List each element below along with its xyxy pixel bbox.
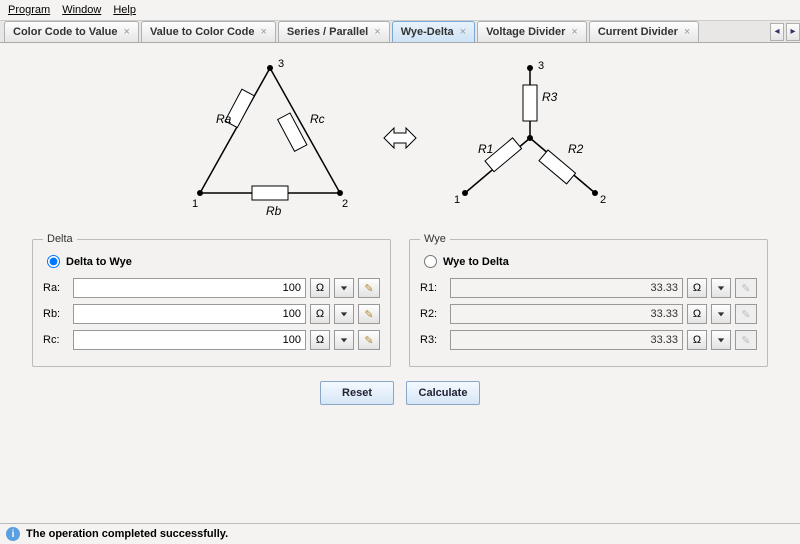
r3-unit[interactable]: Ω — [687, 330, 707, 350]
label-r3: R3 — [542, 90, 558, 104]
content-area: Ra Rc Rb 3 1 2 R3 R1 R2 — [0, 43, 800, 405]
rb-label: Rb: — [43, 308, 69, 320]
node-2: 2 — [342, 198, 348, 210]
status-text: The operation completed successfully. — [26, 528, 228, 540]
tab-voltage-divider[interactable]: Voltage Divider × — [477, 21, 587, 42]
action-buttons: Reset Calculate — [20, 381, 780, 405]
label-rc: Rc — [310, 112, 325, 126]
tab-label: Series / Parallel — [287, 26, 368, 38]
r3-label: R3: — [420, 334, 446, 346]
node-2: 2 — [600, 194, 606, 206]
close-icon[interactable]: × — [374, 26, 380, 38]
rc-unit[interactable]: Ω — [310, 330, 330, 350]
tab-label: Value to Color Code — [150, 26, 255, 38]
radio-label: Wye to Delta — [443, 256, 509, 268]
menu-program[interactable]: Program — [8, 4, 50, 16]
menu-window[interactable]: Window — [62, 4, 101, 16]
r1-unit-dropdown[interactable] — [711, 278, 731, 298]
node-1: 1 — [192, 198, 198, 210]
r2-output — [450, 304, 683, 324]
delta-panel: Delta Delta to Wye Ra: Ω ✎ Rb: Ω ✎ Rc: — [32, 233, 391, 367]
r2-unit[interactable]: Ω — [687, 304, 707, 324]
r3-clear-button: ✎ — [735, 330, 757, 350]
rc-clear-button[interactable]: ✎ — [358, 330, 380, 350]
info-icon: i — [6, 527, 20, 541]
rc-label: Rc: — [43, 334, 69, 346]
delta-legend: Delta — [43, 233, 77, 245]
calculate-button[interactable]: Calculate — [406, 381, 480, 405]
r1-output — [450, 278, 683, 298]
radio-label: Delta to Wye — [66, 256, 132, 268]
tab-nav: ◂ ▸ — [768, 21, 800, 42]
status-bar: i The operation completed successfully. — [0, 523, 800, 544]
rb-input[interactable] — [73, 304, 306, 324]
node-3: 3 — [538, 60, 544, 72]
rc-unit-dropdown[interactable] — [334, 330, 354, 350]
ra-clear-button[interactable]: ✎ — [358, 278, 380, 298]
label-ra: Ra — [216, 112, 232, 126]
close-icon[interactable]: × — [124, 26, 130, 38]
tab-bar: Color Code to Value × Value to Color Cod… — [0, 21, 800, 43]
close-icon[interactable]: × — [260, 26, 266, 38]
wye-panel: Wye Wye to Delta R1: Ω ✎ R2: Ω ✎ R3: — [409, 233, 768, 367]
tab-label: Color Code to Value — [13, 26, 118, 38]
close-icon[interactable]: × — [684, 26, 690, 38]
rb-row: Rb: Ω ✎ — [43, 304, 380, 324]
menu-bar: Program Window Help — [0, 0, 800, 21]
r1-row: R1: Ω ✎ — [420, 278, 757, 298]
diagram-row: Ra Rc Rb 3 1 2 R3 R1 R2 — [20, 53, 780, 223]
rb-unit-dropdown[interactable] — [334, 304, 354, 324]
ra-row: Ra: Ω ✎ — [43, 278, 380, 298]
rc-row: Rc: Ω ✎ — [43, 330, 380, 350]
ra-unit-dropdown[interactable] — [334, 278, 354, 298]
ra-label: Ra: — [43, 282, 69, 294]
rc-input[interactable] — [73, 330, 306, 350]
ra-unit[interactable]: Ω — [310, 278, 330, 298]
ra-input[interactable] — [73, 278, 306, 298]
rb-clear-button[interactable]: ✎ — [358, 304, 380, 324]
menu-help[interactable]: Help — [113, 4, 136, 16]
r2-label: R2: — [420, 308, 446, 320]
node-1: 1 — [454, 194, 460, 206]
tab-wye-delta[interactable]: Wye-Delta × — [392, 21, 475, 42]
tab-scroll-left[interactable]: ◂ — [770, 23, 784, 41]
r1-clear-button: ✎ — [735, 278, 757, 298]
r3-unit-dropdown[interactable] — [711, 330, 731, 350]
label-rb: Rb — [266, 204, 282, 218]
node-3: 3 — [278, 58, 284, 70]
tab-value-to-color-code[interactable]: Value to Color Code × — [141, 21, 276, 42]
tab-current-divider[interactable]: Current Divider × — [589, 21, 700, 42]
r3-row: R3: Ω ✎ — [420, 330, 757, 350]
delta-diagram: Ra Rc Rb 3 1 2 — [170, 53, 370, 223]
label-r2: R2 — [568, 142, 584, 156]
wye-to-delta-radio-row[interactable]: Wye to Delta — [424, 255, 757, 268]
r2-clear-button: ✎ — [735, 304, 757, 324]
tab-label: Current Divider — [598, 26, 678, 38]
r3-output — [450, 330, 683, 350]
wye-to-delta-radio[interactable] — [424, 255, 437, 268]
tab-series-parallel[interactable]: Series / Parallel × — [278, 21, 390, 42]
r2-row: R2: Ω ✎ — [420, 304, 757, 324]
tab-scroll-right[interactable]: ▸ — [786, 23, 800, 41]
label-r1: R1 — [478, 142, 493, 156]
tab-label: Voltage Divider — [486, 26, 565, 38]
close-icon[interactable]: × — [571, 26, 577, 38]
r1-label: R1: — [420, 282, 446, 294]
close-icon[interactable]: × — [460, 26, 466, 38]
tab-label: Wye-Delta — [401, 26, 454, 38]
rb-unit[interactable]: Ω — [310, 304, 330, 324]
delta-to-wye-radio[interactable] — [47, 255, 60, 268]
r2-unit-dropdown[interactable] — [711, 304, 731, 324]
wye-legend: Wye — [420, 233, 450, 245]
reset-button[interactable]: Reset — [320, 381, 394, 405]
bidirectional-arrow-icon — [380, 53, 420, 223]
delta-to-wye-radio-row[interactable]: Delta to Wye — [47, 255, 380, 268]
wye-diagram: R3 R1 R2 3 1 2 — [430, 53, 630, 223]
input-panels: Delta Delta to Wye Ra: Ω ✎ Rb: Ω ✎ Rc: — [30, 233, 770, 367]
tab-color-code-to-value[interactable]: Color Code to Value × — [4, 21, 139, 42]
r1-unit[interactable]: Ω — [687, 278, 707, 298]
